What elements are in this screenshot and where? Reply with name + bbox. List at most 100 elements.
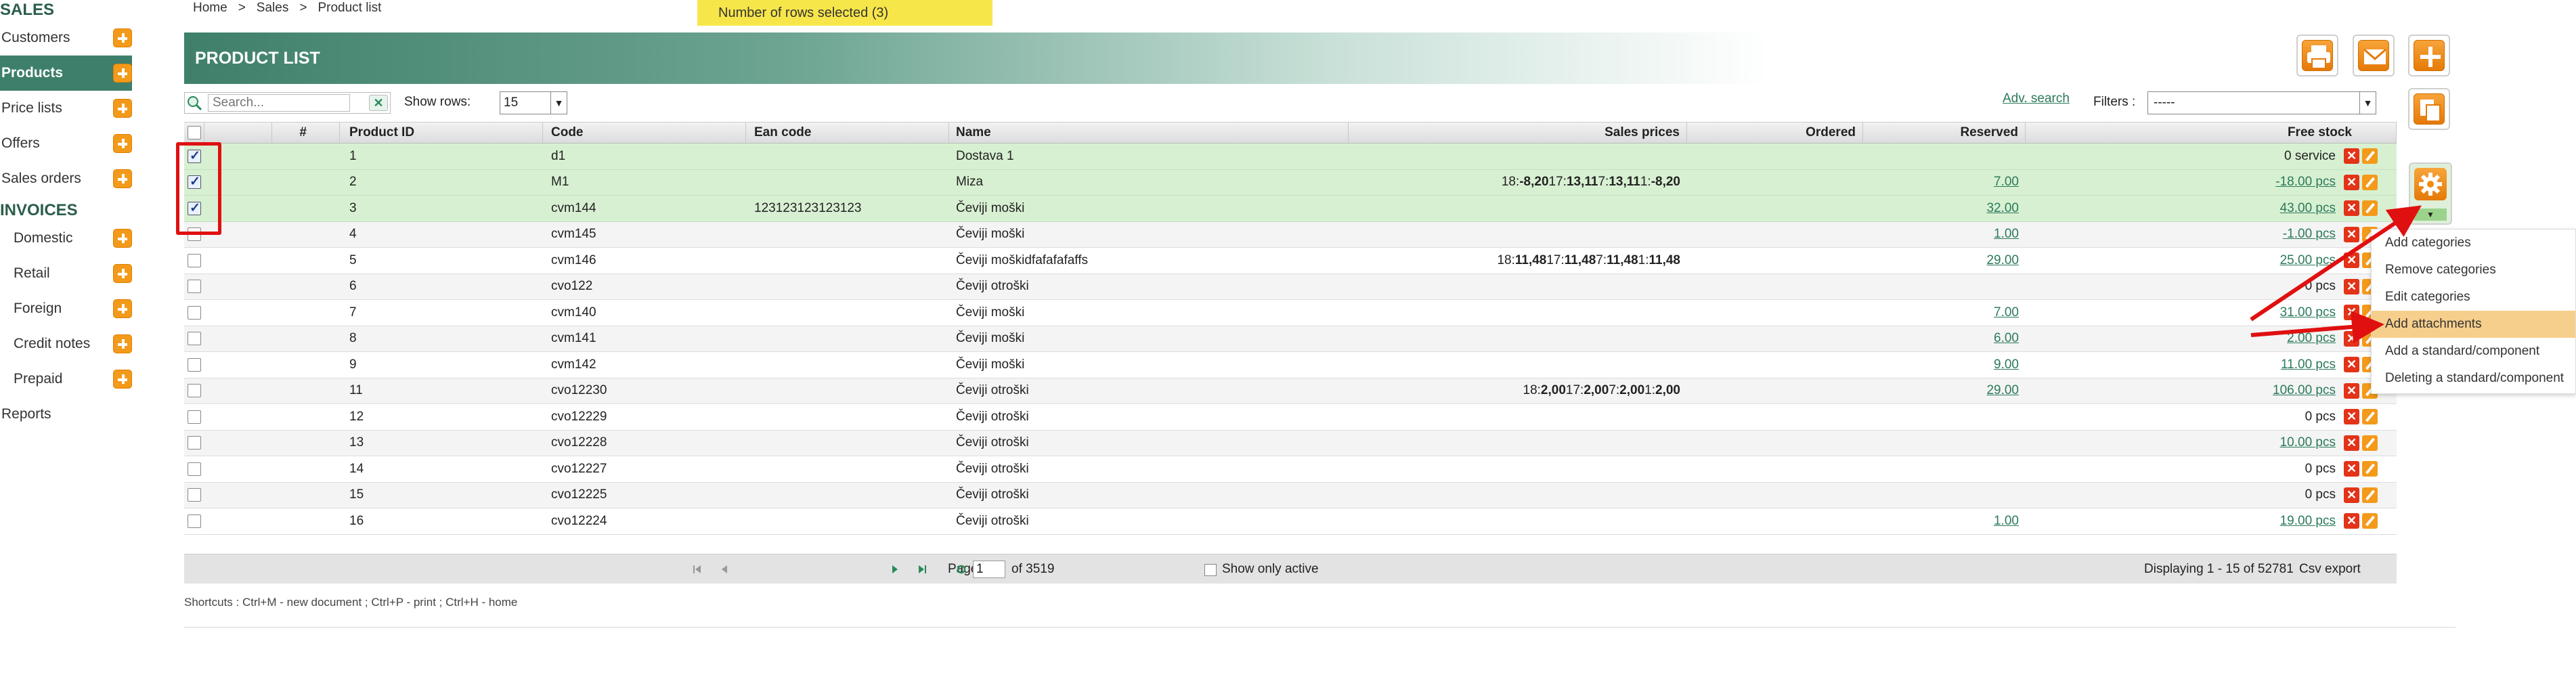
- reserved-cell[interactable]: 32.00: [1863, 196, 2026, 221]
- edit-icon[interactable]: [2362, 409, 2378, 425]
- row-checkbox[interactable]: [188, 462, 201, 476]
- reserved-cell[interactable]: 29.00: [1863, 248, 2026, 273]
- row-checkbox[interactable]: [188, 357, 201, 372]
- sidebar-item-prepaid[interactable]: Prepaid: [0, 362, 132, 397]
- sidebar-item-retail[interactable]: Retail: [0, 256, 132, 291]
- table-row[interactable]: 9 cvm142 Čeviji moški 9.00 11.00 pcs ✕: [184, 352, 2397, 378]
- menu-item-edit-categories[interactable]: Edit categories: [2372, 284, 2575, 311]
- reserved-cell[interactable]: 9.00: [1863, 352, 2026, 378]
- add-icon[interactable]: [113, 370, 132, 389]
- reserved-cell[interactable]: 1.00: [1863, 222, 2026, 248]
- show-rows-select[interactable]: 15 ▼: [500, 91, 567, 114]
- delete-icon[interactable]: ✕: [2344, 226, 2359, 242]
- delete-icon[interactable]: ✕: [2344, 435, 2359, 451]
- free-stock-cell[interactable]: 11.00 pcs: [2026, 352, 2342, 378]
- delete-icon[interactable]: ✕: [2344, 409, 2359, 425]
- delete-icon[interactable]: ✕: [2344, 200, 2359, 217]
- table-row[interactable]: 7 cvm140 Čeviji moški 7.00 31.00 pcs ✕: [184, 300, 2397, 326]
- first-page-icon[interactable]: [692, 564, 703, 575]
- add-icon[interactable]: [113, 64, 132, 83]
- add-icon[interactable]: [113, 169, 132, 188]
- add-icon[interactable]: [113, 229, 132, 248]
- select-all-checkbox[interactable]: [187, 126, 201, 139]
- sidebar-item-credit-notes[interactable]: Credit notes: [0, 326, 132, 362]
- last-page-icon[interactable]: [917, 564, 927, 575]
- email-button[interactable]: [2353, 35, 2395, 76]
- print-button[interactable]: [2296, 35, 2338, 76]
- delete-icon[interactable]: ✕: [2344, 330, 2359, 347]
- free-stock-cell[interactable]: 10.00 pcs: [2026, 431, 2342, 456]
- delete-icon[interactable]: ✕: [2344, 174, 2359, 190]
- previous-page-icon[interactable]: [719, 564, 730, 575]
- delete-icon[interactable]: ✕: [2344, 382, 2359, 399]
- edit-icon[interactable]: [2362, 461, 2378, 477]
- reserved-cell[interactable]: 29.00: [1863, 378, 2026, 404]
- table-row[interactable]: 5 cvm146 Čeviji moškidfafafafaffs 18: 11,48 …: [184, 248, 2397, 274]
- free-stock-cell[interactable]: 43.00 pcs: [2026, 196, 2342, 221]
- row-checkbox[interactable]: [188, 305, 201, 320]
- add-icon[interactable]: [113, 28, 132, 47]
- delete-icon[interactable]: ✕: [2344, 305, 2359, 321]
- delete-icon[interactable]: ✕: [2344, 487, 2359, 503]
- header-sales-prices[interactable]: Sales prices: [1349, 123, 1687, 143]
- free-stock-cell[interactable]: 25.00 pcs: [2026, 248, 2342, 273]
- breadcrumb-sales[interactable]: Sales: [257, 1, 289, 15]
- header-ean[interactable]: Ean code: [746, 123, 949, 143]
- sidebar-item-reports[interactable]: Reports: [0, 397, 132, 432]
- delete-icon[interactable]: ✕: [2344, 278, 2359, 294]
- filters-select[interactable]: ----- ▼: [2147, 91, 2376, 114]
- page-number-input[interactable]: 1: [973, 561, 1005, 578]
- free-stock-cell[interactable]: 31.00 pcs: [2026, 300, 2342, 326]
- menu-item-remove-categories[interactable]: Remove categories: [2372, 257, 2575, 284]
- reserved-cell[interactable]: 6.00: [1863, 326, 2026, 352]
- table-row[interactable]: 14 cvo12227 Čeviji otroški 0 pcs ✕: [184, 456, 2397, 483]
- edit-icon[interactable]: [2362, 174, 2378, 190]
- sidebar-item-sales-orders[interactable]: Sales orders: [0, 161, 132, 196]
- header-code[interactable]: Code: [543, 123, 746, 143]
- reserved-cell[interactable]: 7.00: [1863, 300, 2026, 326]
- add-icon[interactable]: [113, 334, 132, 353]
- edit-icon[interactable]: [2362, 487, 2378, 503]
- menu-item-add-categories[interactable]: Add categories: [2372, 229, 2575, 257]
- advanced-search-link[interactable]: Adv. search: [2003, 91, 2070, 106]
- menu-item-add-attachments[interactable]: Add attachments: [2372, 311, 2575, 338]
- row-checkbox[interactable]: [188, 332, 201, 346]
- reserved-cell[interactable]: 7.00: [1863, 170, 2026, 196]
- row-checkbox[interactable]: [188, 488, 201, 502]
- actions-gear-button[interactable]: ▼: [2409, 162, 2452, 225]
- sidebar-item-offers[interactable]: Offers: [0, 126, 132, 161]
- table-row[interactable]: 16 cvo12224 Čeviji otroški 1.00 19.00 pcs ✕: [184, 508, 2397, 535]
- sidebar-item-domestic[interactable]: Domestic: [0, 221, 132, 256]
- breadcrumb-home[interactable]: Home: [193, 1, 227, 15]
- header-reserved[interactable]: Reserved: [1863, 123, 2026, 143]
- table-row[interactable]: 13 cvo12228 Čeviji otroški 10.00 pcs ✕: [184, 430, 2397, 456]
- row-checkbox[interactable]: [188, 514, 201, 528]
- add-icon[interactable]: [113, 134, 132, 153]
- sidebar-item-price-lists[interactable]: Price lists: [0, 91, 132, 126]
- edit-icon[interactable]: [2362, 148, 2378, 165]
- search-icon[interactable]: [186, 95, 204, 111]
- row-checkbox[interactable]: [188, 436, 201, 450]
- header-product-id[interactable]: Product ID: [340, 123, 543, 143]
- row-checkbox[interactable]: [188, 410, 201, 424]
- table-row[interactable]: 2M1Miza18:-8,20 17:13,11 7:13,11 1:-8,20…: [184, 169, 2397, 196]
- table-row[interactable]: 12 cvo12229 Čeviji otroški 0 pcs ✕: [184, 404, 2397, 431]
- delete-icon[interactable]: ✕: [2344, 253, 2359, 269]
- add-icon[interactable]: [113, 264, 132, 283]
- free-stock-cell[interactable]: 106.00 pcs: [2026, 378, 2342, 404]
- refresh-icon[interactable]: [956, 564, 967, 575]
- menu-item-deleting-a-standard-component[interactable]: Deleting a standard/component: [2372, 365, 2575, 392]
- edit-icon[interactable]: [2362, 435, 2378, 451]
- search-input[interactable]: [208, 94, 350, 112]
- free-stock-cell[interactable]: -18.00 pcs: [2026, 170, 2342, 196]
- delete-icon[interactable]: ✕: [2344, 461, 2359, 477]
- edit-icon[interactable]: [2362, 513, 2378, 529]
- edit-icon[interactable]: [2362, 200, 2378, 217]
- free-stock-cell[interactable]: -1.00 pcs: [2026, 222, 2342, 248]
- header-hash[interactable]: #: [272, 123, 340, 143]
- sidebar-item-products[interactable]: Products: [0, 56, 132, 91]
- row-checkbox[interactable]: [188, 280, 201, 294]
- delete-icon[interactable]: ✕: [2344, 148, 2359, 165]
- row-checkbox[interactable]: [188, 384, 201, 398]
- copy-button[interactable]: [2408, 88, 2450, 130]
